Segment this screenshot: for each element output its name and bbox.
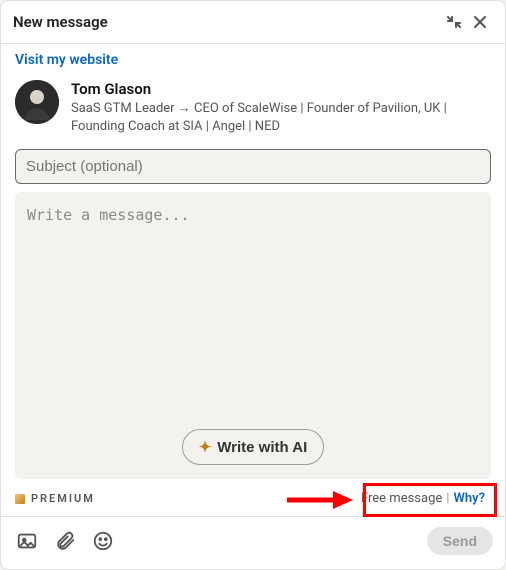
image-icon[interactable] xyxy=(15,529,39,553)
subject-input[interactable] xyxy=(15,149,491,184)
emoji-icon[interactable] xyxy=(91,529,115,553)
message-textarea[interactable] xyxy=(15,192,491,419)
attachment-icon[interactable] xyxy=(53,529,77,553)
compose-body: ✦ Write with AI xyxy=(1,149,505,479)
compose-toolbar: Send xyxy=(1,516,505,569)
free-message-text: Free message xyxy=(361,491,442,506)
premium-row: PREMIUM Free message | Why? xyxy=(1,479,505,516)
recipient-text: Tom Glason SaaS GTM Leader → CEO of Scal… xyxy=(71,80,491,135)
avatar[interactable] xyxy=(15,80,59,124)
separator: | xyxy=(446,491,449,506)
write-with-ai-button[interactable]: ✦ Write with AI xyxy=(182,429,325,465)
free-message-block: Free message | Why? xyxy=(355,489,491,508)
visit-website-link[interactable]: Visit my website xyxy=(1,44,505,76)
why-link[interactable]: Why? xyxy=(453,491,485,506)
premium-badge: PREMIUM xyxy=(15,492,95,505)
header-title: New message xyxy=(13,13,441,31)
header-bar: New message xyxy=(1,1,505,44)
ai-button-label: Write with AI xyxy=(217,439,307,456)
premium-label: PREMIUM xyxy=(31,492,95,505)
recipient-subtitle: SaaS GTM Leader → CEO of ScaleWise | Fou… xyxy=(71,100,491,135)
send-button[interactable]: Send xyxy=(427,527,493,555)
new-message-panel: New message Visit my website Tom Glason … xyxy=(0,0,506,570)
minimize-icon[interactable] xyxy=(441,9,467,35)
recipient-block: Tom Glason SaaS GTM Leader → CEO of Scal… xyxy=(1,76,505,149)
close-icon[interactable] xyxy=(467,9,493,35)
annotation-arrow-icon xyxy=(285,489,355,515)
sparkle-icon: ✦ xyxy=(199,438,212,456)
message-wrapper: ✦ Write with AI xyxy=(15,192,491,479)
recipient-name: Tom Glason xyxy=(71,80,491,98)
premium-square-icon xyxy=(15,494,25,504)
